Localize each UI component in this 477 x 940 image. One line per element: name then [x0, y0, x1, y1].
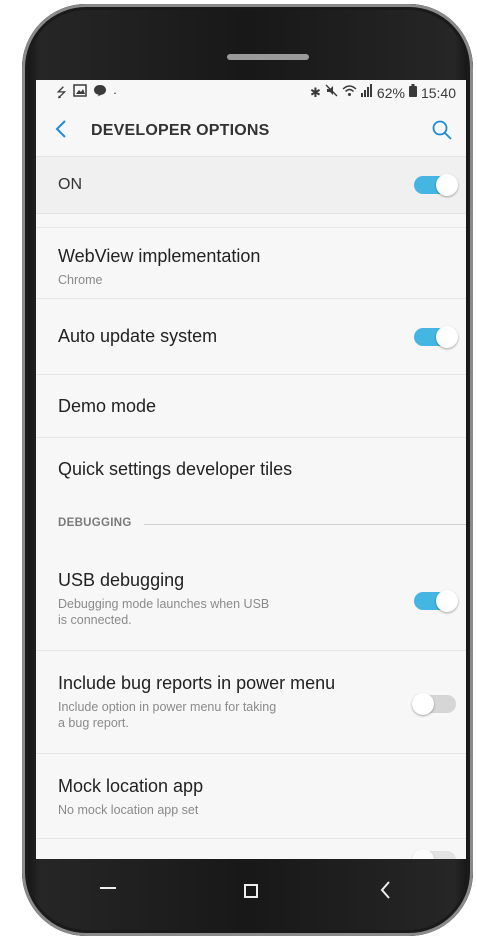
screen: ⭍ · ✱ 62% 15:40 DEVELOPER OPTIONS ON Web… — [36, 80, 466, 859]
battery-icon — [408, 84, 417, 101]
master-toggle-label: ON — [58, 176, 82, 193]
signal-icon — [360, 84, 373, 101]
toggle-knob — [436, 174, 458, 196]
quick-settings-tiles-row[interactable]: Quick settings developer tiles — [36, 438, 466, 500]
row-title: Quick settings developer tiles — [58, 459, 293, 479]
row-subtitle-line2: is connected. — [58, 613, 132, 627]
usb-icon: ⭍ — [56, 84, 67, 100]
search-icon — [432, 120, 452, 140]
row-title: Mock location app — [58, 776, 204, 796]
master-toggle-switch[interactable] — [414, 174, 458, 196]
battery-percent: 62% — [376, 84, 405, 101]
toggle-knob — [412, 693, 434, 715]
demo-mode-row[interactable]: Demo mode — [36, 375, 466, 438]
mock-location-app-row[interactable]: Mock location app No mock location app s… — [36, 754, 466, 839]
home-button[interactable] — [231, 869, 271, 909]
back-button[interactable] — [54, 118, 74, 144]
back-icon — [380, 881, 390, 899]
partial-toggle[interactable] — [412, 849, 456, 859]
usb-debugging-row[interactable]: USB debugging Debugging mode launches wh… — [36, 540, 466, 651]
row-title: Auto update system — [58, 326, 218, 346]
status-bar: ⭍ · ✱ 62% 15:40 — [36, 80, 466, 106]
home-icon — [244, 884, 258, 898]
toggle-knob — [436, 326, 458, 348]
bluetooth-icon: ✱ — [310, 84, 321, 100]
row-subtitle: Chrome — [58, 273, 103, 287]
row-subtitle-line2: a bug report. — [58, 716, 129, 730]
message-icon — [93, 84, 107, 101]
section-divider — [144, 524, 466, 525]
row-title: WebView implementation — [58, 246, 261, 266]
recents-icon — [100, 887, 116, 889]
master-toggle-row[interactable]: ON — [36, 156, 466, 214]
earpiece-speaker — [227, 54, 309, 60]
page-title: DEVELOPER OPTIONS — [91, 122, 270, 139]
dot-icon: · — [112, 84, 118, 100]
recent-apps-button[interactable] — [88, 869, 128, 909]
image-icon — [73, 84, 87, 101]
navigation-bar — [36, 859, 466, 919]
section-header-debugging: DEBUGGING — [58, 517, 132, 529]
row-title: USB debugging — [58, 570, 185, 590]
toggle-knob — [436, 590, 458, 612]
search-button[interactable] — [430, 118, 456, 144]
chevron-left-icon — [55, 120, 66, 138]
row-subtitle-line1: Include option in power menu for taking — [58, 700, 277, 714]
app-bar: DEVELOPER OPTIONS — [36, 106, 466, 156]
usb-debugging-toggle[interactable] — [414, 590, 458, 612]
nav-back-button[interactable] — [366, 869, 406, 909]
mute-icon — [325, 84, 338, 101]
bug-reports-power-menu-row[interactable]: Include bug reports in power menu Includ… — [36, 651, 466, 754]
wifi-icon — [342, 84, 357, 101]
row-title: Demo mode — [58, 396, 157, 416]
row-title: Include bug reports in power menu — [58, 673, 336, 693]
next-row-partial[interactable] — [36, 839, 466, 859]
bug-reports-toggle[interactable] — [412, 693, 456, 715]
webview-implementation-row[interactable]: WebView implementation Chrome — [36, 227, 466, 299]
auto-update-toggle[interactable] — [414, 326, 458, 348]
row-subtitle-line1: Debugging mode launches when USB — [58, 597, 270, 611]
auto-update-system-row[interactable]: Auto update system — [36, 298, 466, 375]
row-subtitle: No mock location app set — [58, 803, 199, 817]
toggle-knob — [412, 849, 434, 859]
clock: 15:40 — [420, 84, 456, 101]
